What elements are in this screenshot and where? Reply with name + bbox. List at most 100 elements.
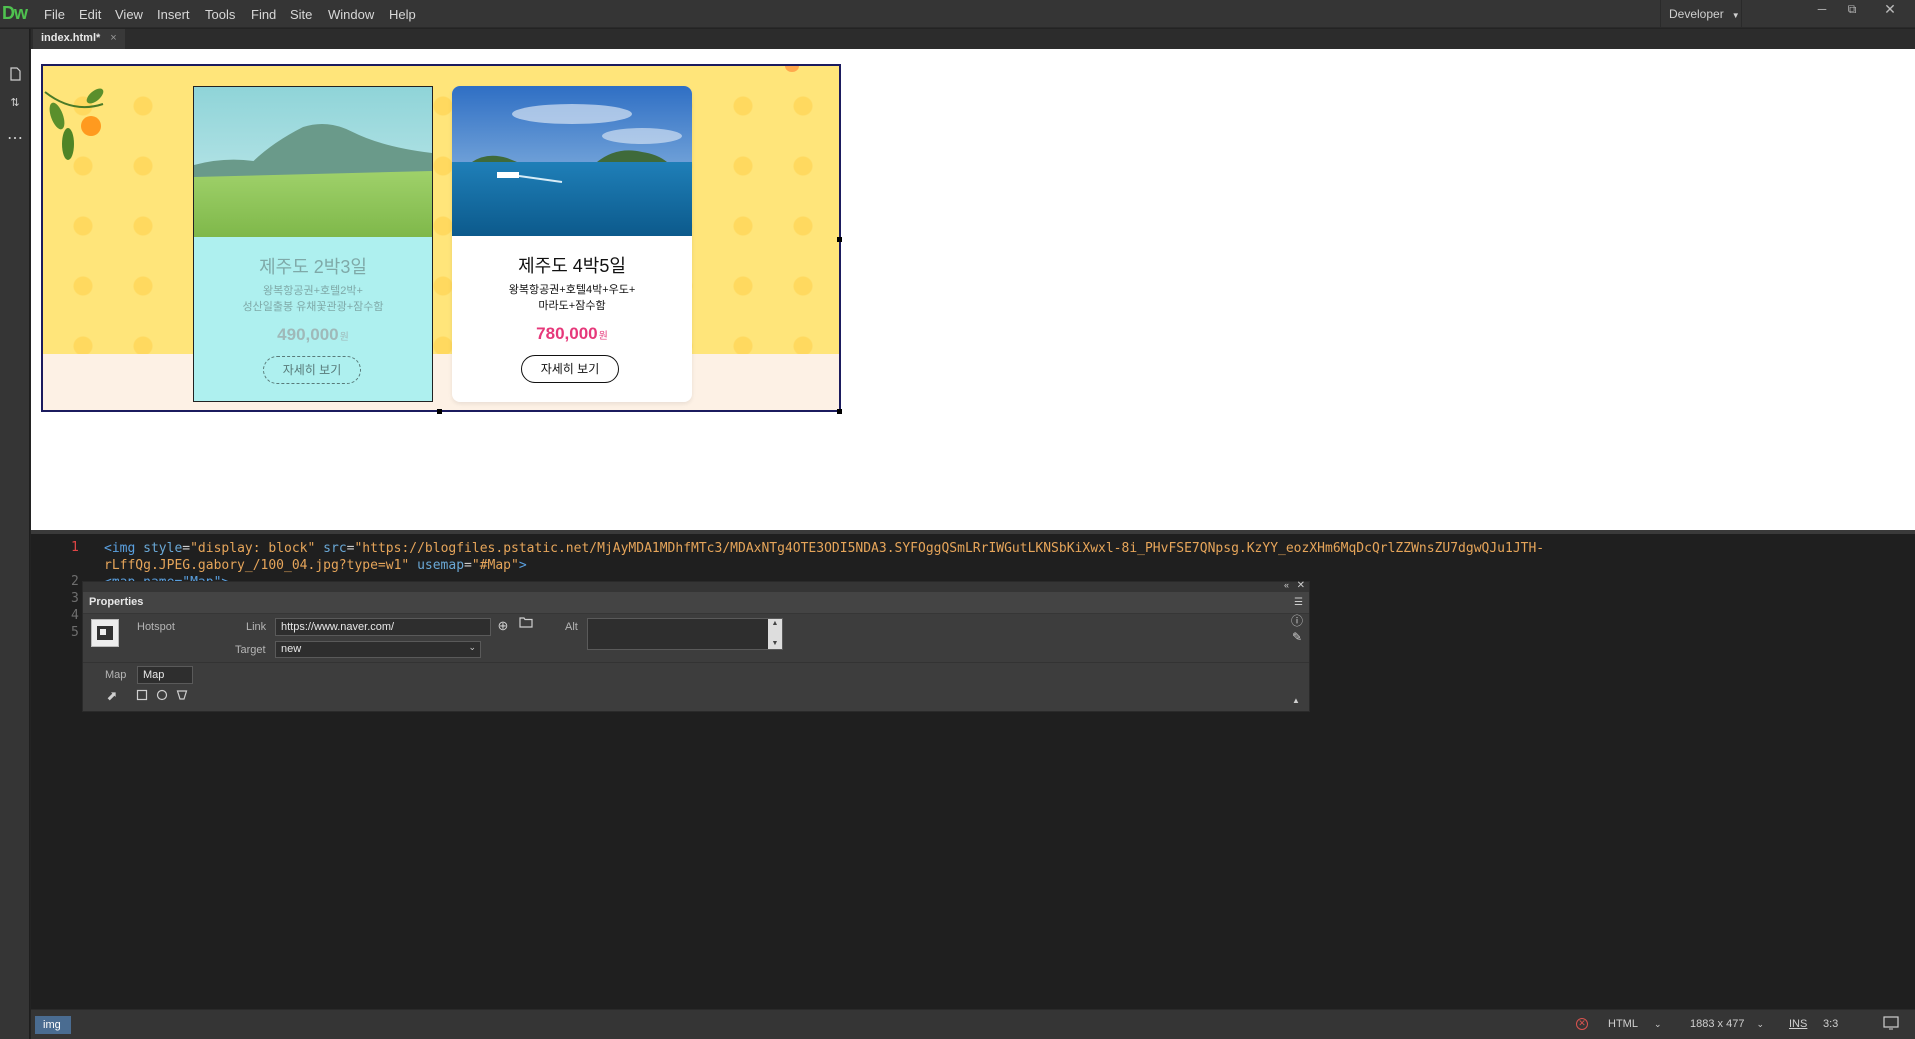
jeju-landscape-photo [194,87,432,237]
target-label: Target [235,644,266,656]
workspace-label: Developer [1669,7,1724,21]
card-price: 780,000원 [452,324,692,344]
close-panel-icon[interactable]: ✕ [1297,580,1305,591]
menu-bar: Dw File Edit View Insert Tools Find Site… [0,0,1915,28]
card-desc-line1: 왕복항공권+호텔4박+우도+ [508,284,636,296]
target-select[interactable]: new ⌄ [275,641,481,658]
dreamweaver-window: Dw File Edit View Insert Tools Find Site… [0,0,1915,1039]
polygon-hotspot-tool-icon[interactable] [175,689,189,703]
card-description: 왕복항공권+호텔4박+우도+ 마라도+잠수함 [452,282,692,314]
document-tab-bar: index.html* × [31,29,1915,49]
code-token-attr: src [323,541,347,556]
expand-panel-icon[interactable]: ▲ [1291,696,1301,706]
app-logo: Dw [2,3,28,23]
minimize-icon[interactable]: ─ [1808,0,1836,20]
dot-pattern [43,66,839,354]
quick-tag-edit-icon[interactable]: ✎ [1289,630,1305,646]
chevron-down-icon: ⌄ [1756,1019,1764,1029]
menu-site[interactable]: Site [290,7,312,22]
resize-handle-right[interactable] [837,237,842,242]
chevron-down-icon: ⌄ [468,642,476,652]
chevron-down-icon: ▼ [1731,11,1740,20]
banner-image[interactable]: 제주도 2박3일 왕복항공권+호텔2박+ 성산일출봉 유채꽃관광+잠수함 490… [41,64,841,412]
price-amount: 490,000 [277,325,339,344]
card-title: 제주도 2박3일 [259,257,367,277]
chevron-down-icon: ⌄ [1653,1019,1662,1029]
details-button[interactable]: 자세히 보기 [263,356,361,384]
panel-top-bar: « ✕ [83,580,1309,592]
panel-header: ☰ [83,592,1309,614]
menu-window[interactable]: Window [328,7,374,22]
live-preview-icon[interactable] [1883,1016,1899,1033]
tour-card-jeju-2n3d[interactable]: 제주도 2박3일 왕복항공권+호텔2박+ 성산일출봉 유채꽃관광+잠수함 490… [193,86,433,402]
banner-floor [43,354,839,410]
code-line-1: <img style="display: block" src="https:/… [104,541,1545,556]
alt-scrollbar[interactable]: ▲ ▼ [768,619,782,649]
close-tab-icon[interactable]: × [110,32,116,44]
panel-title: Properties [89,596,144,608]
link-label: Link [246,621,267,633]
menu-edit[interactable]: Edit [79,7,101,22]
line-number: 5 [71,625,79,640]
menu-help[interactable]: Help [389,7,416,22]
tab-label: index.html* [41,32,101,44]
alt-label: Alt [565,621,578,633]
resize-handle-bottom[interactable] [437,409,442,414]
error-icon[interactable]: ✕ [1576,1018,1588,1030]
code-line-1-wrap: rLffQg.JPEG.gabory_/100_04.jpg?type=w1" … [104,558,527,573]
menu-find[interactable]: Find [251,7,276,22]
help-icon[interactable]: ⓘ [1289,612,1305,628]
code-token-attr: usemap [417,558,465,573]
window-size-label: 1883 x 477 [1690,1018,1745,1030]
menu-tools[interactable]: Tools [205,7,235,22]
price-unit: 원 [598,331,608,342]
code-token-value: "#Map" [471,558,519,573]
left-toolbar: ⇅ ⋯ [0,29,30,1039]
circle-hotspot-tool-icon[interactable] [155,689,169,703]
document-type-label: HTML [1608,1018,1638,1030]
hotspot-image-icon [91,619,119,647]
cursor-position: 3:3 [1823,1018,1839,1030]
sort-icon[interactable]: ⇅ [5,93,25,113]
link-input[interactable]: https://www.naver.com/ [275,618,491,636]
close-window-icon[interactable]: ✕ [1876,0,1904,20]
line-number: 4 [71,608,79,623]
document-type-select[interactable]: HTML ⌄ [1608,1018,1662,1030]
tag-selector-img[interactable]: img [35,1016,71,1034]
folder-icon[interactable] [517,616,535,632]
rectangle-hotspot-tool-icon[interactable] [135,689,149,703]
alt-textarea[interactable]: ▲ ▼ [587,618,783,650]
ocean-island-photo [452,86,692,236]
price-amount: 780,000 [536,324,598,343]
details-button[interactable]: 자세히 보기 [521,355,619,383]
more-options-icon[interactable]: ⋯ [5,131,25,153]
card-title: 제주도 4박5일 [518,256,626,276]
card-desc-line2: 마라도+잠수함 [538,300,606,312]
properties-panel: « ✕ ☰ Properties Hotspot Link https://ww… [82,580,1310,712]
resize-handle-corner[interactable] [837,409,842,414]
target-value: new [281,643,302,655]
insert-mode-toggle[interactable]: INS [1789,1018,1807,1030]
restore-icon[interactable]: ⧉ [1838,0,1866,20]
panel-menu-icon[interactable]: ☰ [1294,597,1303,608]
tour-card-jeju-4n5d[interactable]: 제주도 4박5일 왕복항공권+호텔4박+우도+ 마라도+잠수함 780,000원… [452,86,692,402]
line-number: 3 [71,591,79,606]
tab-index-html[interactable]: index.html* × [33,29,125,49]
menu-view[interactable]: View [115,7,143,22]
code-token-tag: <img [104,541,136,556]
status-bar: img ✕ HTML ⌄ 1883 x 477 ⌄ INS 3:3 [31,1009,1915,1039]
workspace-switcher[interactable]: Developer ▼ [1660,0,1742,28]
card-description: 왕복항공권+호텔2박+ 성산일출봉 유채꽃관광+잠수함 [194,283,432,315]
menu-insert[interactable]: Insert [157,7,190,22]
map-name-input[interactable]: Map [137,666,193,684]
card-desc-line2: 성산일출봉 유채꽃관광+잠수함 [242,301,384,313]
collapse-icon[interactable]: « [1284,580,1289,590]
design-view[interactable]: 제주도 2박3일 왕복항공권+호텔2박+ 성산일출봉 유채꽃관광+잠수함 490… [31,49,1915,530]
pointer-hotspot-tool-icon[interactable]: ⬈ [105,688,119,704]
map-label: Map [105,669,127,681]
point-to-file-icon[interactable]: ⊕ [495,618,511,634]
file-icon[interactable] [5,67,25,87]
window-size-select[interactable]: 1883 x 477 ⌄ [1690,1018,1764,1030]
code-token-value: "display: block" [190,541,316,556]
menu-file[interactable]: File [44,7,65,22]
